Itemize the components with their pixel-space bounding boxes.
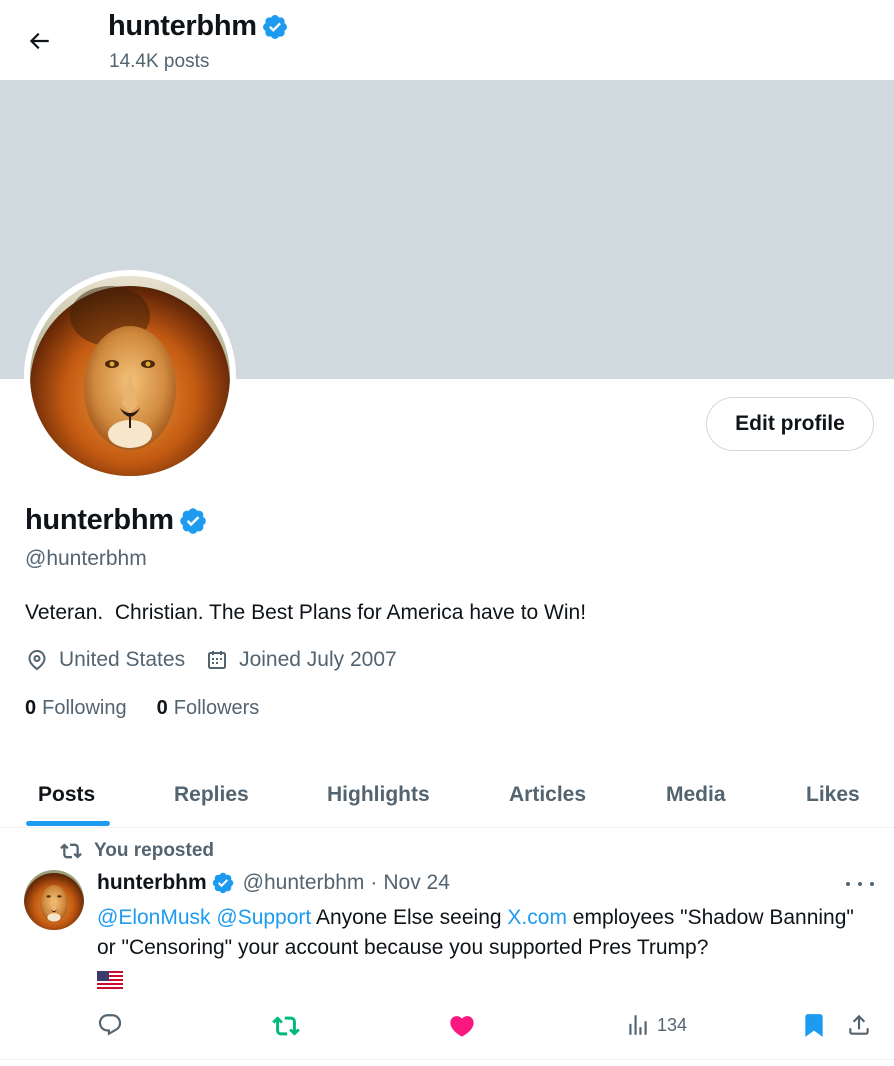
follow-stats: 0 Following 0 Followers	[25, 697, 289, 720]
us-flag-icon	[97, 971, 123, 992]
repost-label: You reposted	[94, 840, 214, 861]
followers-label: Followers	[173, 697, 260, 719]
following-label: Following	[42, 697, 127, 719]
arrow-left-icon	[29, 32, 49, 50]
location-pin-icon	[28, 650, 46, 671]
top-bar: hunterbhm 14.4K posts	[0, 0, 894, 80]
post-link[interactable]: X.com	[507, 906, 567, 929]
calendar-icon	[208, 651, 227, 669]
post-author-handle[interactable]: @hunterbhm	[243, 871, 365, 895]
profile-meta: United States Joined July 2007	[25, 648, 417, 672]
joined-item: Joined July 2007	[205, 648, 397, 672]
profile-tabs: Posts Replies Highlights Articles Media …	[0, 762, 894, 828]
views-button[interactable]: 134	[625, 1012, 687, 1038]
back-button[interactable]	[20, 22, 58, 60]
views-chart-icon	[629, 1015, 647, 1035]
reply-icon	[98, 1014, 122, 1036]
mention-elonmusk[interactable]: @ElonMusk	[97, 906, 211, 929]
profile-avatar[interactable]	[24, 270, 236, 482]
post-text-part1: Anyone Else seeing	[315, 906, 502, 929]
heart-icon	[450, 1016, 474, 1037]
repost-context: You reposted	[60, 840, 214, 862]
location-text: United States	[59, 648, 186, 671]
profile-name: hunterbhm	[25, 504, 174, 536]
location-item: United States	[25, 648, 185, 672]
profile-handle: @hunterbhm	[25, 547, 147, 570]
mention-support[interactable]: @Support	[216, 906, 311, 929]
post-author-name[interactable]: hunterbhm	[97, 871, 207, 895]
following-count: 0	[25, 697, 37, 719]
tab-posts[interactable]: Posts	[38, 762, 95, 828]
bookmark-icon	[805, 1014, 823, 1037]
verified-badge-icon	[212, 872, 233, 894]
joined-text: Joined July 2007	[239, 648, 397, 671]
tab-likes[interactable]: Likes	[806, 762, 860, 828]
repost-button[interactable]	[272, 1012, 300, 1040]
post-author-avatar[interactable]	[24, 870, 84, 930]
followers-link[interactable]: 0 Followers	[157, 697, 260, 720]
profile-bio: Veteran. Christian. The Best Plans for A…	[25, 601, 587, 624]
reply-button[interactable]	[97, 1012, 123, 1038]
views-count: 134	[657, 1014, 688, 1035]
share-button[interactable]	[846, 1012, 872, 1038]
repost-icon	[272, 1016, 300, 1036]
post-text: @ElonMusk @Support Anyone Else seeing X.…	[97, 903, 877, 993]
post-separator: ·	[370, 871, 378, 894]
header-title-row: hunterbhm	[108, 10, 289, 43]
active-tab-indicator	[26, 821, 110, 826]
post-actions: 134	[0, 1012, 894, 1042]
repost-icon	[60, 843, 82, 859]
like-button[interactable]	[448, 1012, 476, 1040]
more-dots-icon[interactable]	[846, 872, 874, 896]
tab-highlights[interactable]: Highlights	[327, 762, 430, 828]
header-posts-count: 14.4K posts	[109, 51, 210, 72]
following-link[interactable]: 0 Following	[25, 697, 127, 720]
tab-media[interactable]: Media	[666, 762, 726, 828]
verified-badge-icon	[262, 14, 287, 39]
edit-profile-button[interactable]: Edit profile	[706, 397, 874, 451]
bookmark-button[interactable]	[801, 1012, 827, 1038]
tab-articles[interactable]: Articles	[509, 762, 586, 828]
tab-replies[interactable]: Replies	[174, 762, 249, 828]
share-icon	[849, 1014, 869, 1035]
header-name: hunterbhm	[108, 10, 257, 42]
profile-name-row: hunterbhm	[25, 504, 208, 537]
followers-count: 0	[156, 697, 168, 719]
lion-avatar-image	[30, 276, 230, 476]
verified-badge-icon[interactable]	[178, 506, 208, 536]
post-date[interactable]: Nov 24	[383, 871, 450, 895]
post-item[interactable]: You reposted hunterbhm @hunterbhm · Nov …	[0, 828, 894, 1060]
post-header: hunterbhm @hunterbhm · Nov 24	[97, 871, 450, 895]
